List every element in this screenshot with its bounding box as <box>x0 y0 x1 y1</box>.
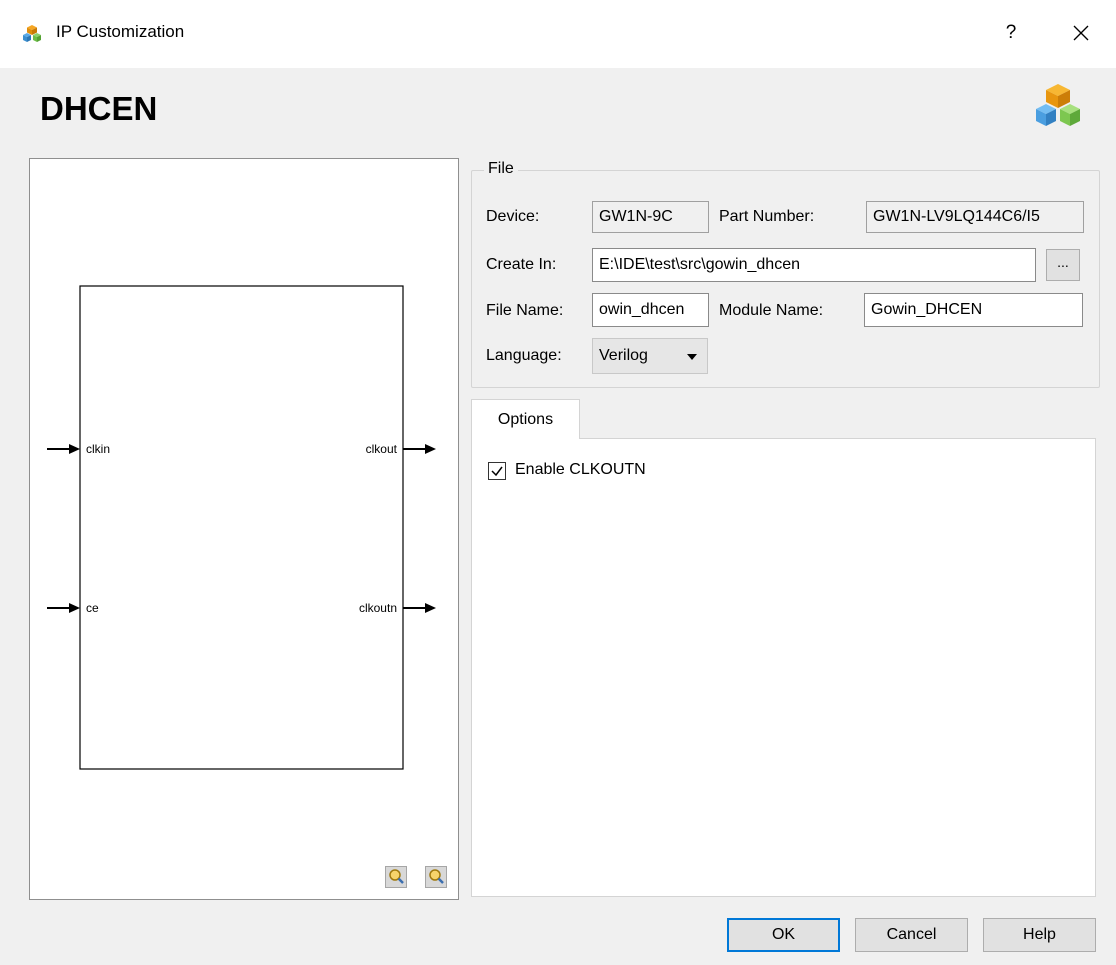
dropdown-arrow-icon <box>687 354 697 360</box>
ok-button[interactable]: OK <box>727 918 840 952</box>
device-field: GW1N-9C <box>592 201 709 233</box>
ip-customization-dialog: IP Customization ? DHCEN clkin ce clkout… <box>0 0 1116 965</box>
window-title: IP Customization <box>56 22 185 41</box>
ce-arrow-icon <box>69 603 80 613</box>
close-icon <box>1073 25 1089 41</box>
port-clkin: clkin <box>86 442 110 456</box>
language-value: Verilog <box>599 347 648 364</box>
zoom-out-button[interactable] <box>425 866 447 888</box>
zoom-in-icon <box>389 869 404 884</box>
file-group-title: File <box>484 160 518 178</box>
cancel-button[interactable]: Cancel <box>855 918 968 952</box>
ip-cubes-icon <box>23 25 41 42</box>
browse-button[interactable]: ... <box>1046 249 1080 281</box>
part-number-field: GW1N-LV9LQ144C6/I5 <box>866 201 1084 233</box>
module-name-label: Module Name: <box>719 302 824 319</box>
checkmark-icon <box>491 466 503 477</box>
module-name-input[interactable]: Gowin_DHCEN <box>864 293 1083 327</box>
options-panel <box>471 438 1096 897</box>
file-name-label: File Name: <box>486 302 564 319</box>
tab-options[interactable]: Options <box>471 399 580 439</box>
language-select[interactable]: Verilog <box>592 338 708 374</box>
file-name-input[interactable]: owin_dhcen <box>592 293 709 327</box>
port-clkout: clkout <box>366 442 398 456</box>
help-button[interactable]: Help <box>983 918 1096 952</box>
symbol-preview-panel: clkin ce clkout clkoutn <box>29 158 459 900</box>
zoom-out-icon <box>429 869 444 884</box>
title-help-button[interactable]: ? <box>996 16 1026 50</box>
enable-clkoutn-checkbox[interactable] <box>488 462 506 480</box>
device-label: Device: <box>486 208 540 225</box>
clkout-arrow-icon <box>425 444 436 454</box>
symbol-diagram: clkin ce clkout clkoutn <box>47 285 436 770</box>
create-in-label: Create In: <box>486 256 557 273</box>
ip-heading: DHCEN <box>40 90 158 127</box>
close-button[interactable] <box>1064 16 1098 50</box>
clkoutn-arrow-icon <box>425 603 436 613</box>
title-bar: IP Customization ? <box>0 0 1116 68</box>
clkin-arrow-icon <box>69 444 80 454</box>
port-clkoutn: clkoutn <box>359 601 397 615</box>
port-ce: ce <box>86 601 99 615</box>
create-in-input[interactable]: E:\IDE\test\src\gowin_dhcen <box>592 248 1036 282</box>
enable-clkoutn-label[interactable]: Enable CLKOUTN <box>515 461 646 479</box>
module-box <box>79 285 404 770</box>
ip-cubes-logo-icon <box>1036 84 1080 126</box>
language-label: Language: <box>486 347 562 364</box>
part-number-label: Part Number: <box>719 208 815 225</box>
zoom-in-button[interactable] <box>385 866 407 888</box>
